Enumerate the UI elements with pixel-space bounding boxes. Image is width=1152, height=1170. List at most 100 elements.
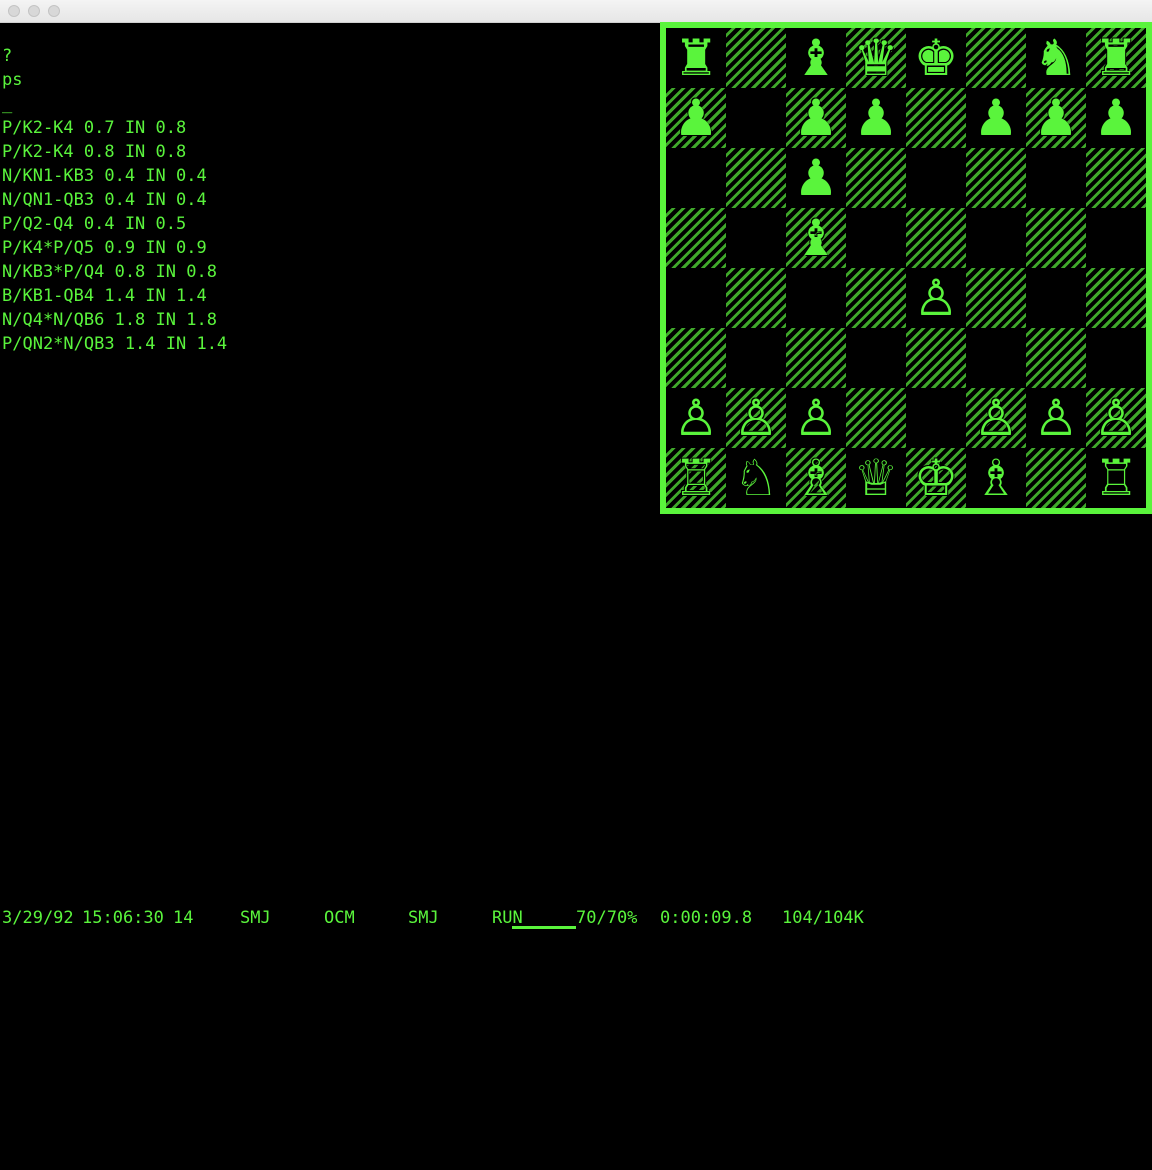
board-square-c5[interactable]: ♝: [786, 208, 846, 268]
board-square-b6[interactable]: [726, 148, 786, 208]
board-square-f5[interactable]: [966, 208, 1026, 268]
board-square-c7[interactable]: ♟: [786, 88, 846, 148]
minimize-window-button[interactable]: [28, 5, 40, 17]
board-square-f1[interactable]: ♗: [966, 448, 1026, 508]
board-square-h6[interactable]: [1086, 148, 1146, 208]
board-square-a1[interactable]: ♖: [666, 448, 726, 508]
board-square-h3[interactable]: [1086, 328, 1146, 388]
board-square-a5[interactable]: [666, 208, 726, 268]
board-square-a2[interactable]: ♙: [666, 388, 726, 448]
black-pawn-icon[interactable]: ♟: [846, 88, 906, 148]
board-square-g2[interactable]: ♙: [1026, 388, 1086, 448]
zoom-window-button[interactable]: [48, 5, 60, 17]
board-square-b5[interactable]: [726, 208, 786, 268]
board-square-c1[interactable]: ♗: [786, 448, 846, 508]
board-square-a6[interactable]: [666, 148, 726, 208]
white-pawn-icon[interactable]: ♙: [1026, 388, 1086, 448]
board-square-f3[interactable]: [966, 328, 1026, 388]
white-pawn-icon[interactable]: ♙: [906, 268, 966, 328]
board-square-b4[interactable]: [726, 268, 786, 328]
board-square-a4[interactable]: [666, 268, 726, 328]
chess-board[interactable]: ♜ ♝ ♛ ♚ ♞ ♜ ♟ ♟ ♟ ♟ ♟ ♟ ♟ ♝ ♙ ♙ ♙ ♙ ♙ ♙ ♙ ♖ ♘ ♗ ♕ ♔ ♗ ♖: [660, 22, 1152, 514]
board-square-g3[interactable]: [1026, 328, 1086, 388]
board-square-f7[interactable]: ♟: [966, 88, 1026, 148]
board-square-d7[interactable]: ♟: [846, 88, 906, 148]
board-square-g1[interactable]: [1026, 448, 1086, 508]
board-square-e8[interactable]: ♚: [906, 28, 966, 88]
piece-glyph: ♕: [853, 449, 899, 507]
white-bishop-icon[interactable]: ♗: [966, 448, 1026, 508]
black-pawn-icon[interactable]: ♟: [786, 88, 846, 148]
black-rook-icon[interactable]: ♜: [666, 28, 726, 88]
board-square-g8[interactable]: ♞: [1026, 28, 1086, 88]
board-square-e4[interactable]: ♙: [906, 268, 966, 328]
black-queen-icon[interactable]: ♛: [846, 28, 906, 88]
board-square-b3[interactable]: [726, 328, 786, 388]
board-square-d6[interactable]: [846, 148, 906, 208]
board-square-g7[interactable]: ♟: [1026, 88, 1086, 148]
white-rook-icon[interactable]: ♖: [1086, 448, 1146, 508]
board-square-e3[interactable]: [906, 328, 966, 388]
board-square-a3[interactable]: [666, 328, 726, 388]
board-square-d3[interactable]: [846, 328, 906, 388]
board-square-d8[interactable]: ♛: [846, 28, 906, 88]
board-square-f6[interactable]: [966, 148, 1026, 208]
board-square-g6[interactable]: [1026, 148, 1086, 208]
black-knight-icon[interactable]: ♞: [1026, 28, 1086, 88]
black-bishop-icon[interactable]: ♝: [786, 28, 846, 88]
board-square-h8[interactable]: ♜: [1086, 28, 1146, 88]
board-square-g5[interactable]: [1026, 208, 1086, 268]
black-bishop-icon[interactable]: ♝: [786, 208, 846, 268]
black-pawn-icon[interactable]: ♟: [786, 148, 846, 208]
board-square-c4[interactable]: [786, 268, 846, 328]
board-square-f4[interactable]: [966, 268, 1026, 328]
white-bishop-icon[interactable]: ♗: [786, 448, 846, 508]
board-square-e6[interactable]: [906, 148, 966, 208]
board-square-b2[interactable]: ♙: [726, 388, 786, 448]
board-square-a7[interactable]: ♟: [666, 88, 726, 148]
board-square-e7[interactable]: [906, 88, 966, 148]
white-king-icon[interactable]: ♔: [906, 448, 966, 508]
white-pawn-icon[interactable]: ♙: [1086, 388, 1146, 448]
black-pawn-icon[interactable]: ♟: [1026, 88, 1086, 148]
board-square-d2[interactable]: [846, 388, 906, 448]
white-pawn-icon[interactable]: ♙: [726, 388, 786, 448]
board-square-a8[interactable]: ♜: [666, 28, 726, 88]
close-window-button[interactable]: [8, 5, 20, 17]
piece-glyph: ♙: [793, 389, 839, 447]
black-pawn-icon[interactable]: ♟: [666, 88, 726, 148]
board-square-h2[interactable]: ♙: [1086, 388, 1146, 448]
board-square-d5[interactable]: [846, 208, 906, 268]
board-square-d1[interactable]: ♕: [846, 448, 906, 508]
board-square-c8[interactable]: ♝: [786, 28, 846, 88]
board-square-c2[interactable]: ♙: [786, 388, 846, 448]
console-output[interactable]: ? ps _ P/K2-K4 0.7 IN 0.8 P/K2-K4 0.8 IN…: [2, 44, 642, 356]
board-square-b8[interactable]: [726, 28, 786, 88]
board-square-h7[interactable]: ♟: [1086, 88, 1146, 148]
black-pawn-icon[interactable]: ♟: [1086, 88, 1146, 148]
white-pawn-icon[interactable]: ♙: [966, 388, 1026, 448]
board-square-d4[interactable]: [846, 268, 906, 328]
board-square-b1[interactable]: ♘: [726, 448, 786, 508]
white-queen-icon[interactable]: ♕: [846, 448, 906, 508]
board-square-e1[interactable]: ♔: [906, 448, 966, 508]
black-pawn-icon[interactable]: ♟: [966, 88, 1026, 148]
board-square-h4[interactable]: [1086, 268, 1146, 328]
white-pawn-icon[interactable]: ♙: [786, 388, 846, 448]
white-knight-icon[interactable]: ♘: [726, 448, 786, 508]
board-square-e2[interactable]: [906, 388, 966, 448]
board-square-f2[interactable]: ♙: [966, 388, 1026, 448]
board-square-b7[interactable]: [726, 88, 786, 148]
white-rook-icon[interactable]: ♖: [666, 448, 726, 508]
white-pawn-icon[interactable]: ♙: [666, 388, 726, 448]
board-square-e5[interactable]: [906, 208, 966, 268]
board-square-h5[interactable]: [1086, 208, 1146, 268]
board-square-c6[interactable]: ♟: [786, 148, 846, 208]
board-square-c3[interactable]: [786, 328, 846, 388]
piece-glyph: ♟: [673, 89, 719, 147]
board-square-h1[interactable]: ♖: [1086, 448, 1146, 508]
board-square-f8[interactable]: [966, 28, 1026, 88]
black-king-icon[interactable]: ♚: [906, 28, 966, 88]
board-square-g4[interactable]: [1026, 268, 1086, 328]
black-rook-icon[interactable]: ♜: [1086, 28, 1146, 88]
